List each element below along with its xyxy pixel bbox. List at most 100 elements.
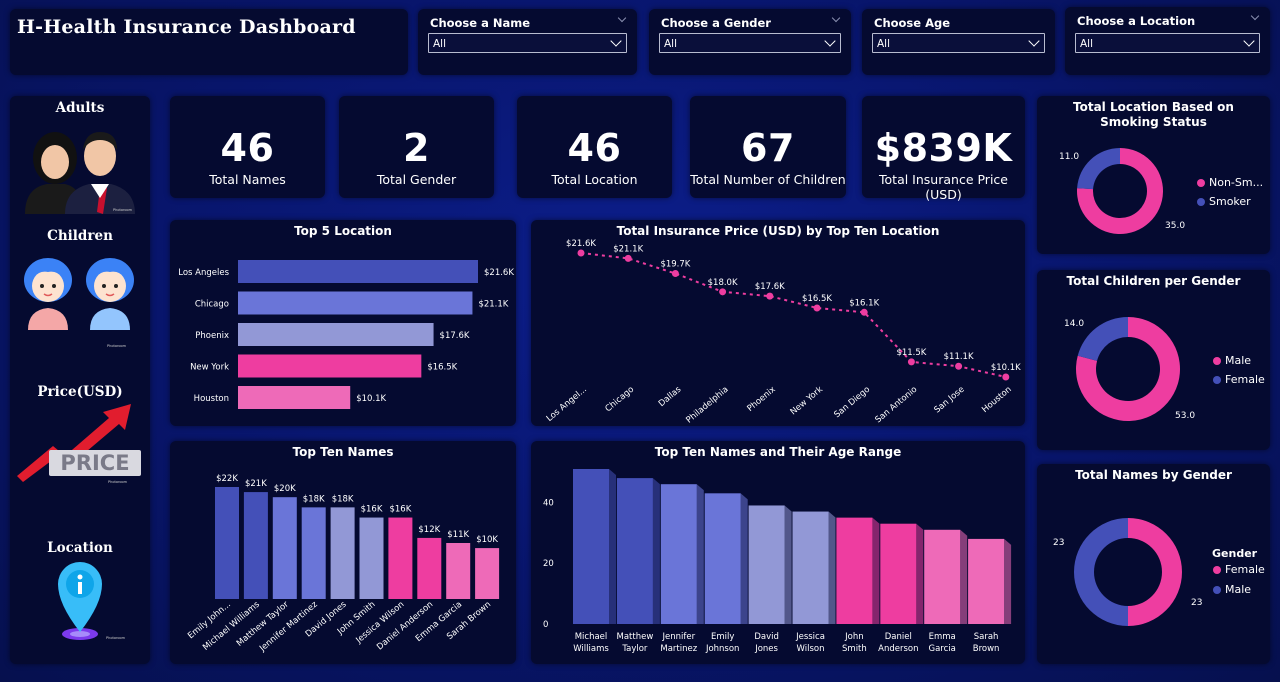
bar[interactable] — [924, 529, 961, 624]
category-label: Sarah — [974, 632, 999, 642]
bar[interactable] — [836, 517, 873, 624]
bar[interactable] — [359, 517, 384, 599]
data-point[interactable] — [766, 292, 774, 300]
kpi-value: 67 — [741, 126, 795, 170]
bar[interactable] — [388, 517, 413, 599]
name-dropdown[interactable]: All — [428, 33, 627, 53]
bar-side[interactable] — [740, 493, 748, 624]
kpi-total-children: 67 Total Number of Children — [690, 96, 846, 198]
data-point[interactable] — [813, 304, 821, 312]
data-label: $11K — [447, 530, 469, 540]
series-line[interactable] — [580, 252, 1007, 378]
adults-label: Adults — [55, 100, 105, 116]
price-line[interactable]: $21.6K Los Angel... $21.1K Chicago $19.7K Dal… — [531, 220, 1025, 426]
children-gender-chart[interactable]: Total Children per Gender 14.0 53.0 Male… — [1037, 270, 1270, 450]
bar[interactable] — [238, 260, 478, 283]
bar-side[interactable] — [1004, 538, 1012, 624]
donut-slice[interactable] — [1077, 148, 1120, 190]
category-label: Taylor — [621, 644, 648, 654]
data-point[interactable] — [860, 308, 868, 316]
bar[interactable] — [660, 484, 697, 624]
legend-male[interactable]: Male — [1213, 354, 1251, 367]
bar[interactable] — [446, 543, 471, 599]
dropdown-arrow-icon[interactable] — [1028, 35, 1040, 47]
bar-side[interactable] — [960, 529, 968, 624]
chevron-down-icon[interactable] — [831, 13, 841, 23]
legend-nonsmoker[interactable]: Non-Sm... — [1197, 176, 1263, 189]
data-point[interactable] — [577, 249, 585, 257]
bar[interactable] — [243, 492, 268, 599]
data-label: $19.7K — [660, 259, 690, 269]
bar[interactable] — [748, 505, 785, 624]
bar[interactable] — [475, 548, 500, 599]
top10-names-chart[interactable]: Top Ten Names $22K Emily John... $21K Micha… — [170, 441, 516, 664]
names-gender-chart[interactable]: Total Names by Gender 23 23 Gender Femal… — [1037, 464, 1270, 664]
gender-slicer[interactable]: Choose a Gender All — [649, 9, 851, 75]
donut-slice[interactable] — [1128, 518, 1182, 626]
bar[interactable] — [704, 493, 741, 624]
data-label: $12K — [418, 525, 440, 535]
bar[interactable] — [238, 323, 434, 346]
bar-side[interactable] — [652, 478, 660, 624]
bar-side[interactable] — [872, 517, 880, 624]
legend-label: Male — [1225, 354, 1252, 367]
bar-side[interactable] — [828, 511, 836, 624]
dropdown-arrow-icon[interactable] — [610, 35, 622, 47]
location-slicer[interactable]: Choose a Location All — [1065, 7, 1270, 75]
category-label: Jones — [754, 644, 778, 654]
kpi-label: Total Gender — [376, 172, 457, 187]
bar-side[interactable] — [784, 505, 792, 624]
bar[interactable] — [238, 354, 422, 378]
data-point[interactable] — [1002, 373, 1010, 381]
location-dropdown[interactable]: All — [1075, 33, 1260, 53]
donut-slice[interactable] — [1077, 317, 1128, 361]
bar[interactable] — [417, 537, 442, 599]
top5-bars[interactable]: Los Angeles $21.6K Chicago $21.1K Phoenix $17… — [170, 220, 516, 426]
age-dropdown[interactable]: All — [872, 33, 1045, 53]
legend-female[interactable]: Female — [1213, 563, 1265, 576]
gender-dropdown[interactable]: All — [659, 33, 841, 53]
data-point[interactable] — [719, 288, 727, 296]
data-point[interactable] — [671, 269, 679, 277]
bar[interactable] — [330, 507, 355, 599]
bar[interactable] — [573, 469, 609, 624]
bar[interactable] — [272, 497, 297, 599]
data-label: $21.1K — [613, 244, 643, 254]
data-point[interactable] — [624, 254, 632, 262]
data-point[interactable] — [907, 358, 915, 366]
smoking-status-chart[interactable]: Total Location Based on Smoking Status 1… — [1037, 96, 1270, 254]
gender-slicer-label: Choose a Gender — [661, 16, 771, 30]
bar[interactable] — [215, 487, 239, 599]
bar-side[interactable] — [696, 484, 704, 624]
legend-smoker[interactable]: Smoker — [1197, 195, 1251, 208]
bar[interactable] — [616, 478, 653, 624]
slice-label: 53.0 — [1175, 411, 1196, 421]
bar-side[interactable] — [609, 469, 616, 624]
chevron-down-icon[interactable] — [617, 13, 627, 23]
bar[interactable] — [238, 386, 351, 409]
bar-side[interactable] — [916, 523, 924, 624]
legend-male[interactable]: Male — [1213, 583, 1251, 596]
age-range-chart[interactable]: Top Ten Names and Their Age Range 0 20 40 M… — [531, 441, 1025, 664]
legend-female[interactable]: Female — [1213, 373, 1265, 386]
bar[interactable] — [238, 291, 473, 315]
dropdown-arrow-icon[interactable] — [1243, 35, 1255, 47]
age-bars[interactable]: 0 20 40 Michael Williams Matthew Taylor Jennife… — [531, 441, 1025, 664]
category-label: Brown — [973, 644, 1000, 654]
donut-slice[interactable] — [1074, 518, 1128, 626]
category-label: Johnson — [705, 644, 740, 654]
name-slicer[interactable]: Choose a Name All — [418, 9, 637, 75]
kpi-total-location: 46 Total Location — [517, 96, 672, 198]
bar[interactable] — [301, 507, 326, 599]
bar[interactable] — [792, 511, 829, 624]
bar[interactable] — [880, 523, 917, 624]
dropdown-arrow-icon[interactable] — [824, 35, 836, 47]
age-slicer[interactable]: Choose Age All — [862, 9, 1055, 75]
smoking-donut[interactable] — [1037, 96, 1270, 254]
price-by-location-chart[interactable]: Total Insurance Price (USD) by Top Ten L… — [531, 220, 1025, 426]
chevron-down-icon[interactable] — [1250, 11, 1260, 21]
data-point[interactable] — [955, 362, 963, 370]
top10-bars[interactable]: $22KEmily John...$21KMichael Williams$20… — [170, 441, 516, 664]
top5-location-chart[interactable]: Top 5 Location Los Angeles $21.6K Chicago $… — [170, 220, 516, 426]
bar[interactable] — [968, 538, 1005, 624]
